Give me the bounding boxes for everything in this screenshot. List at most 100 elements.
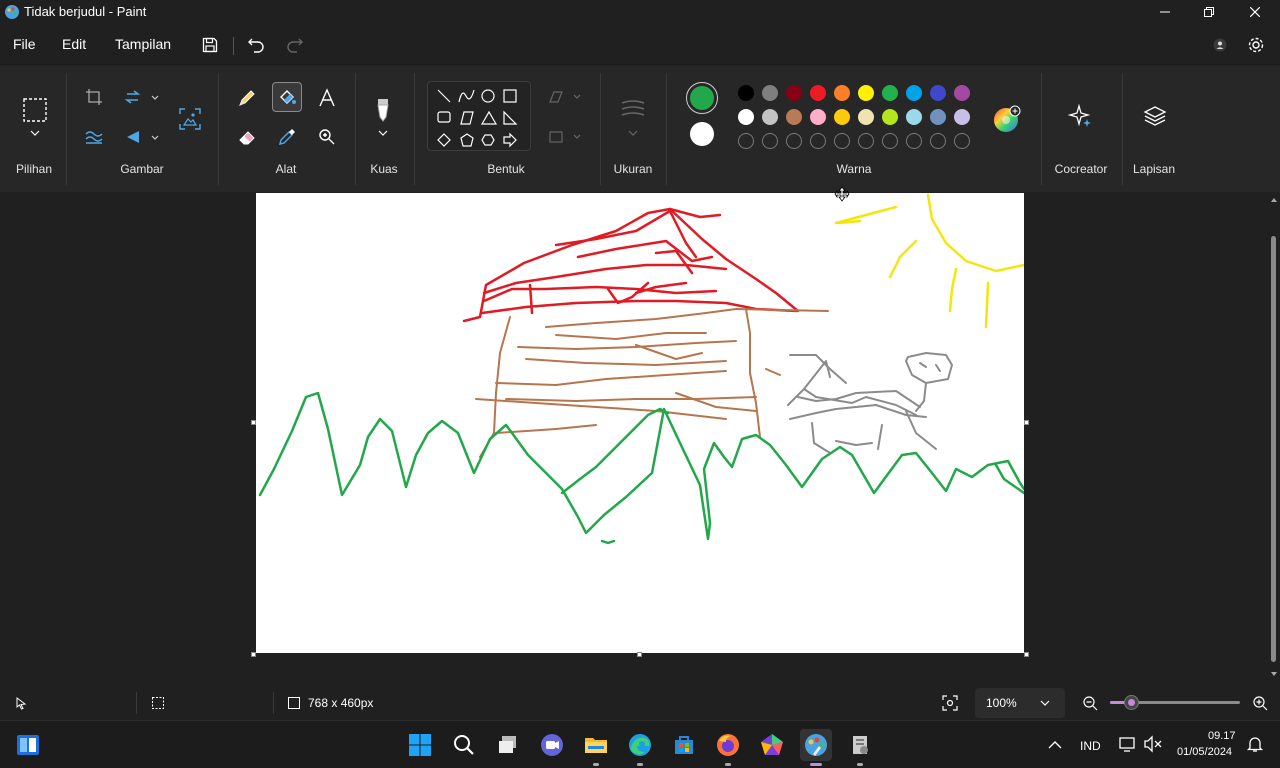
palette-color-swatch[interactable] xyxy=(954,85,970,101)
palette-color-swatch[interactable] xyxy=(906,85,922,101)
store-button[interactable] xyxy=(668,729,700,761)
running-indicator xyxy=(593,763,599,766)
maximize-button[interactable] xyxy=(1186,0,1232,24)
zoom-slider[interactable] xyxy=(1110,695,1240,710)
task-view-button[interactable] xyxy=(492,729,524,761)
firefox-button[interactable] xyxy=(712,729,744,766)
crop-button[interactable] xyxy=(82,85,106,109)
zoom-slider-thumb[interactable] xyxy=(1124,695,1139,710)
palette-color-swatch[interactable] xyxy=(762,109,778,125)
language-indicator[interactable]: IND xyxy=(1080,739,1101,753)
volume-muted-icon[interactable] xyxy=(1143,735,1163,753)
custom-color-slot[interactable] xyxy=(858,133,874,149)
custom-color-slot[interactable] xyxy=(882,133,898,149)
app-button-2[interactable] xyxy=(844,729,876,766)
menu-view[interactable]: Tampilan xyxy=(115,36,171,52)
custom-color-slot[interactable] xyxy=(810,133,826,149)
palette-color-swatch[interactable] xyxy=(858,109,874,125)
primary-color-button[interactable] xyxy=(686,82,718,114)
save-button[interactable] xyxy=(197,32,223,58)
edge-button[interactable] xyxy=(624,729,656,766)
close-button[interactable] xyxy=(1232,0,1278,24)
custom-color-slot[interactable] xyxy=(906,133,922,149)
pencil-tool-button[interactable] xyxy=(234,85,260,111)
selection-tool-button[interactable] xyxy=(20,93,50,143)
shapes-gallery-icons[interactable] xyxy=(428,82,532,152)
remove-background-button[interactable] xyxy=(176,105,204,133)
notifications-icon[interactable] xyxy=(1246,735,1264,753)
clock-time[interactable]: 09.17 xyxy=(1208,730,1236,742)
zoom-dropdown[interactable]: 100% xyxy=(975,688,1065,718)
palette-color-swatch[interactable] xyxy=(930,109,946,125)
clock-date[interactable]: 01/05/2024 xyxy=(1177,746,1232,758)
palette-color-swatch[interactable] xyxy=(810,85,826,101)
palette-color-swatch[interactable] xyxy=(882,109,898,125)
palette-color-swatch[interactable] xyxy=(858,85,874,101)
resize-button[interactable] xyxy=(122,85,162,109)
palette-color-swatch[interactable] xyxy=(834,109,850,125)
custom-color-slot[interactable] xyxy=(786,133,802,149)
paint-taskbar-button[interactable] xyxy=(800,729,832,766)
custom-color-slot[interactable] xyxy=(954,133,970,149)
palette-color-swatch[interactable] xyxy=(882,85,898,101)
cocreator-button[interactable] xyxy=(1066,101,1096,131)
resize-handle-bottom-right[interactable] xyxy=(1024,652,1029,657)
menu-file[interactable]: File xyxy=(13,36,36,52)
fit-to-window-icon[interactable] xyxy=(942,695,958,711)
redo-button[interactable] xyxy=(282,32,308,58)
custom-color-slot[interactable] xyxy=(930,133,946,149)
settings-button[interactable] xyxy=(1243,32,1269,58)
account-button[interactable] xyxy=(1207,32,1233,58)
shape-outline-button[interactable] xyxy=(544,85,584,109)
palette-color-swatch[interactable] xyxy=(834,85,850,101)
palette-color-swatch[interactable] xyxy=(906,109,922,125)
palette-color-swatch[interactable] xyxy=(930,85,946,101)
zoom-in-icon[interactable] xyxy=(1252,695,1268,711)
minimize-button[interactable] xyxy=(1142,0,1188,24)
custom-color-slot[interactable] xyxy=(738,133,754,149)
palette-color-swatch[interactable] xyxy=(954,109,970,125)
network-icon[interactable] xyxy=(1118,735,1138,753)
eraser-tool-button[interactable] xyxy=(234,124,260,150)
color-wheel-icon xyxy=(994,105,1021,132)
zoom-out-icon[interactable] xyxy=(1082,695,1098,711)
account-icon xyxy=(1213,38,1227,52)
custom-color-slot[interactable] xyxy=(762,133,778,149)
resize-handle-left[interactable] xyxy=(251,420,256,425)
brushes-button[interactable] xyxy=(368,93,398,143)
drawing-canvas[interactable] xyxy=(256,193,1024,653)
search-button[interactable] xyxy=(448,729,480,761)
rotate-button[interactable] xyxy=(122,125,162,149)
resize-handle-bottom[interactable] xyxy=(637,652,642,657)
palette-color-swatch[interactable] xyxy=(786,85,802,101)
magnifier-tool-button[interactable] xyxy=(314,124,340,150)
resize-handle-bottom-left[interactable] xyxy=(251,652,256,657)
palette-color-swatch[interactable] xyxy=(762,85,778,101)
fill-tool-button[interactable] xyxy=(272,82,302,112)
vertical-scrollbar[interactable] xyxy=(1268,192,1280,680)
resize-handle-right[interactable] xyxy=(1024,420,1029,425)
palette-color-swatch[interactable] xyxy=(786,109,802,125)
palette-color-swatch[interactable] xyxy=(738,109,754,125)
custom-color-slot[interactable] xyxy=(834,133,850,149)
chevron-up-icon[interactable] xyxy=(1047,739,1063,751)
widgets-button[interactable] xyxy=(12,729,44,761)
file-explorer-button[interactable] xyxy=(580,729,612,766)
text-tool-button[interactable] xyxy=(314,85,340,111)
color-picker-button[interactable] xyxy=(274,124,300,150)
chat-button[interactable] xyxy=(536,729,568,761)
size-button[interactable] xyxy=(618,93,648,143)
secondary-color-button[interactable] xyxy=(690,122,714,146)
app-button[interactable] xyxy=(756,729,788,761)
scroll-thumb[interactable] xyxy=(1271,236,1276,662)
shape-fill-button[interactable] xyxy=(544,125,584,149)
undo-button[interactable] xyxy=(243,32,269,58)
menu-edit[interactable]: Edit xyxy=(62,36,86,52)
palette-color-swatch[interactable] xyxy=(738,85,754,101)
scroll-up-icon xyxy=(1271,198,1277,202)
palette-color-swatch[interactable] xyxy=(810,109,826,125)
edit-colors-button[interactable] xyxy=(990,103,1022,135)
start-button[interactable] xyxy=(404,729,436,761)
image-effects-button[interactable] xyxy=(82,125,106,149)
layers-button[interactable] xyxy=(1140,101,1170,131)
